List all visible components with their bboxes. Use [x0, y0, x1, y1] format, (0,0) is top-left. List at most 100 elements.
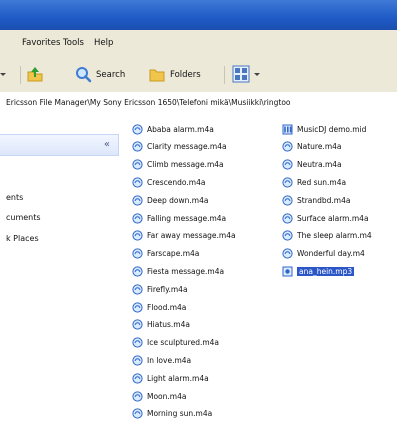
file-name: Climb message.m4a — [147, 160, 224, 170]
audio-file-icon — [132, 408, 143, 419]
audio-file-icon — [132, 284, 143, 295]
task-pane: « ents cuments k Places — [0, 114, 122, 428]
file-name: Falling message.m4a — [147, 213, 227, 223]
audio-file-icon — [132, 319, 143, 330]
audio-file-icon — [132, 123, 143, 135]
file-item[interactable]: Fiesta message.m4a — [132, 265, 224, 277]
audio-file-icon — [132, 301, 143, 313]
audio-file-icon — [132, 177, 143, 188]
up-folder-button[interactable] — [26, 65, 44, 85]
file-item[interactable]: Surface alarm.m4a — [282, 212, 369, 224]
audio-file-icon — [282, 230, 293, 241]
file-name: ana_hein.mp3 — [297, 266, 355, 276]
search-button-label: Search — [96, 70, 126, 80]
title-bar — [0, 0, 397, 30]
chevron-down-icon — [0, 70, 6, 80]
file-name: Ababa alarm.m4a — [147, 124, 214, 134]
file-item[interactable]: Morning sun.m4a — [132, 408, 212, 420]
file-item[interactable]: In love.m4a — [132, 354, 191, 366]
task-pane-item[interactable]: cuments — [6, 213, 41, 222]
file-name: Neutra.m4a — [297, 160, 342, 170]
file-item[interactable]: Moon.m4a — [132, 390, 186, 402]
file-item[interactable]: Red sun.m4a — [282, 176, 346, 188]
file-item[interactable]: Strandbd.m4a — [282, 194, 350, 206]
file-item[interactable]: Climb message.m4a — [132, 159, 224, 171]
audio-file-icon — [132, 195, 143, 206]
folder-icon — [148, 65, 166, 86]
file-item[interactable]: Deep down.m4a — [132, 194, 208, 206]
file-name: MusicDJ demo.mid — [297, 124, 367, 134]
file-item[interactable]: Ababa alarm.m4a — [132, 123, 214, 135]
audio-file-icon — [132, 159, 143, 170]
views-button[interactable] — [232, 65, 260, 85]
file-item[interactable]: Firefly.m4a — [132, 283, 188, 295]
file-item[interactable]: Falling message.m4a — [132, 212, 226, 224]
file-list: Ababa alarm.m4a Clarity message.m4a Climb … — [122, 114, 397, 428]
audio-file-icon — [282, 248, 293, 259]
menu-favorites[interactable]: Favorites — [22, 38, 60, 48]
audio-file-icon — [132, 266, 143, 277]
search-icon — [74, 65, 92, 86]
file-item[interactable]: Wonderful day.m4 — [282, 248, 365, 260]
audio-file-icon — [132, 141, 143, 152]
task-pane-item[interactable]: ents — [6, 193, 23, 202]
folders-button-label: Folders — [170, 70, 201, 80]
audio-file-icon — [132, 390, 143, 402]
audio-file-icon — [282, 177, 293, 188]
file-item[interactable]: Ice sculptured.m4a — [132, 337, 219, 349]
toolbar-separator — [20, 66, 21, 84]
audio-file-icon — [132, 230, 143, 241]
audio-file-icon — [282, 195, 293, 206]
mp3-file-icon — [282, 266, 293, 277]
file-name: Crescendo.m4a — [147, 177, 206, 187]
file-item[interactable]: Hiatus.m4a — [132, 319, 190, 331]
folders-button[interactable]: Folders — [148, 65, 201, 85]
audio-file-icon — [282, 141, 293, 152]
file-name: Surface alarm.m4a — [297, 213, 369, 223]
audio-file-icon — [282, 212, 293, 224]
chevron-down-icon — [254, 70, 260, 80]
file-item[interactable]: Neutra.m4a — [282, 159, 342, 171]
address-bar[interactable]: Ericsson File Manager\My Sony Ericsson 1… — [0, 92, 397, 115]
back-dropdown-button[interactable] — [0, 65, 14, 85]
menu-bar: Favorites Tools Help — [0, 30, 397, 57]
toolbar: Search Folders — [0, 56, 397, 93]
folder-up-icon — [26, 65, 44, 86]
file-item[interactable]: Farscape.m4a — [132, 248, 199, 260]
file-name: Red sun.m4a — [297, 177, 347, 187]
file-item[interactable]: ana_hein.mp3 — [282, 265, 355, 277]
audio-file-icon — [132, 355, 143, 366]
file-item[interactable]: MusicDJ demo.mid — [282, 123, 366, 135]
file-item[interactable]: Clarity message.m4a — [132, 141, 227, 153]
file-item[interactable]: Light alarm.m4a — [132, 372, 209, 384]
file-name: Flood.m4a — [147, 302, 187, 312]
file-name: Strandbd.m4a — [297, 195, 351, 205]
audio-file-icon — [132, 373, 143, 384]
collapse-icon[interactable]: « — [104, 139, 110, 150]
file-item[interactable]: Far away message.m4a — [132, 230, 236, 242]
file-name: Nature.m4a — [297, 142, 342, 152]
file-item[interactable]: Flood.m4a — [132, 301, 186, 313]
file-name: Farscape.m4a — [147, 249, 200, 259]
search-button[interactable]: Search — [74, 65, 125, 85]
file-item[interactable]: The sleep alarm.m4 — [282, 230, 372, 242]
task-pane-header[interactable]: « — [0, 134, 119, 156]
file-name: Clarity message.m4a — [147, 142, 227, 152]
file-name: Moon.m4a — [147, 391, 187, 401]
file-name: Wonderful day.m4 — [297, 249, 365, 259]
address-path: Ericsson File Manager\My Sony Ericsson 1… — [6, 98, 291, 107]
file-item[interactable]: Crescendo.m4a — [132, 176, 205, 188]
menu-tools[interactable]: Tools — [63, 38, 84, 48]
menu-help[interactable]: Help — [94, 38, 113, 48]
toolbar-separator — [224, 66, 225, 84]
task-pane-item[interactable]: k Places — [6, 234, 39, 243]
file-name: Ice sculptured.m4a — [147, 338, 220, 348]
file-name: Far away message.m4a — [147, 231, 236, 241]
file-name: In love.m4a — [147, 355, 192, 365]
file-name: Hiatus.m4a — [147, 320, 190, 330]
file-item[interactable]: Nature.m4a — [282, 141, 342, 153]
file-name: Light alarm.m4a — [147, 373, 209, 383]
file-name: Firefly.m4a — [147, 284, 188, 294]
file-name: Deep down.m4a — [147, 195, 209, 205]
views-grid-icon — [232, 65, 250, 86]
